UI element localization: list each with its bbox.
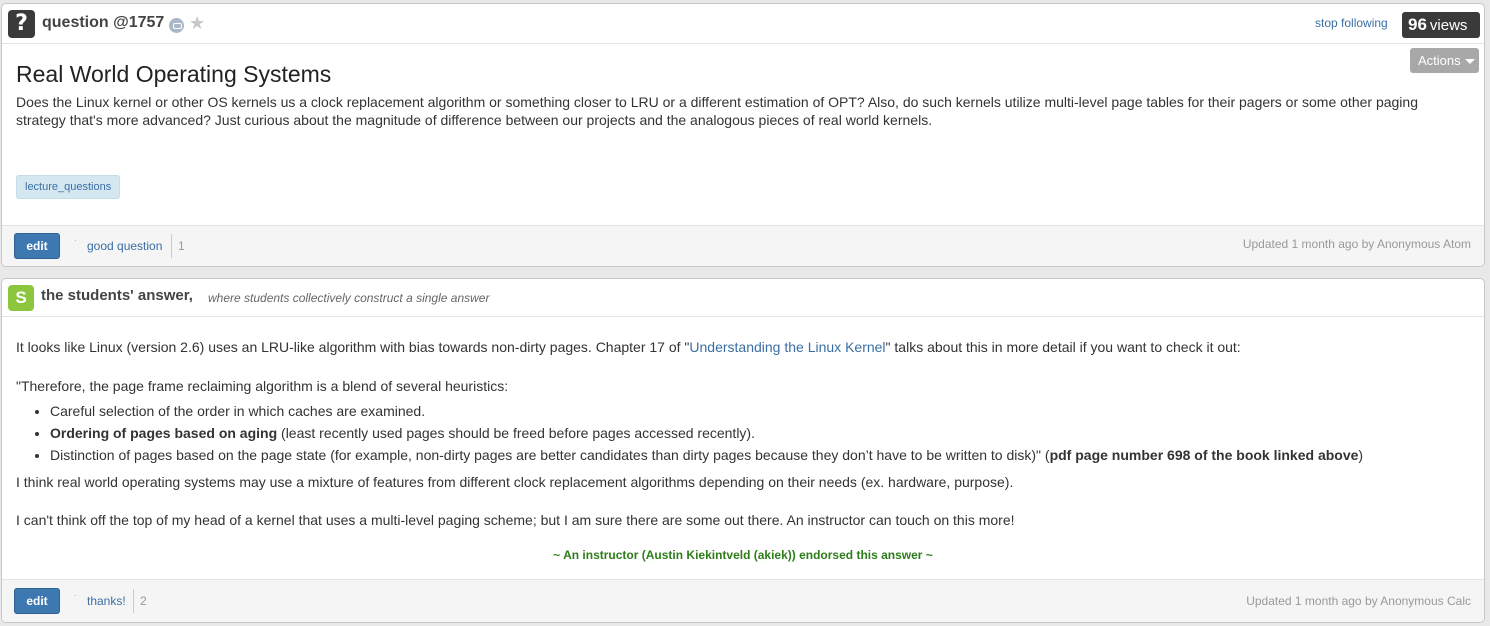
list-item: Ordering of pages based on aging (least …: [50, 422, 1471, 444]
bullet3-close: ): [1358, 447, 1364, 463]
separator-dot: ·: [74, 591, 77, 600]
views-label: views: [1429, 17, 1468, 34]
bullet1-text: Careful selection of the order in which …: [50, 403, 426, 419]
bullet2-bold: Ordering of pages based on aging: [50, 425, 278, 441]
bullet3-bold: pdf page number 698 of the book linked a…: [1049, 447, 1359, 463]
thanks-count: 2: [140, 594, 147, 608]
views-count: 96: [1408, 15, 1427, 34]
views-badge: 96 views: [1402, 12, 1480, 38]
question-footer: edit · good question 1 Updated 1 month a…: [2, 225, 1484, 266]
student-answer-card: S the students' answer, where students c…: [1, 278, 1485, 623]
edit-answer-button[interactable]: edit: [14, 588, 60, 614]
question-label: question @1757: [42, 14, 165, 31]
divider: [133, 589, 134, 613]
quote-intro: "Therefore, the page frame reclaiming al…: [16, 378, 509, 394]
bullet3-text: Distinction of pages based on the page s…: [50, 447, 1050, 463]
answer-header: S the students' answer, where students c…: [2, 279, 1484, 317]
list-item: Distinction of pages based on the page s…: [50, 444, 1471, 466]
question-updated: Updated 1 month ago by Anonymous Atom: [1242, 237, 1471, 251]
answer-footer: edit · thanks! 2 Updated 1 month ago by …: [2, 579, 1484, 622]
answer-title: the students' answer,: [41, 287, 193, 304]
actions-label: Actions: [1418, 53, 1461, 68]
star-icon[interactable]: ★: [189, 13, 205, 33]
actions-dropdown[interactable]: Actions: [1410, 48, 1479, 73]
student-answer-icon: S: [8, 285, 34, 311]
tag-lecture-questions[interactable]: lecture_questions: [16, 175, 121, 199]
separator-dot: ·: [74, 236, 77, 245]
stop-following-link[interactable]: stop following: [1315, 16, 1388, 30]
answer-body: It looks like Linux (version 2.6) uses a…: [16, 338, 1471, 529]
answer-paragraph-3: I think real world operating systems may…: [16, 474, 1014, 490]
question-header: ? question @1757 ★ stop following 96 view…: [2, 4, 1484, 44]
answer-paragraph-4: I can't think off the top of my head of …: [16, 512, 1015, 528]
good-question-count: 1: [178, 239, 185, 253]
list-item: Careful selection of the order in which …: [50, 400, 1471, 422]
anonymous-icon[interactable]: [169, 18, 184, 33]
instructor-endorsement: ~ An instructor (Austin Kiekintveld (aki…: [553, 548, 933, 562]
question-card: ? question @1757 ★ stop following 96 view…: [1, 3, 1485, 267]
question-mark-icon: ?: [8, 10, 35, 38]
bullet2-text: (least recently used pages should be fre…: [277, 425, 755, 441]
thanks-link[interactable]: thanks!: [87, 594, 126, 608]
edit-question-button[interactable]: edit: [14, 233, 60, 259]
question-body: Does the Linux kernel or other OS kernel…: [16, 94, 1418, 128]
caret-down-icon: [1464, 59, 1475, 65]
para1-text-before: It looks like Linux (version 2.6) uses a…: [16, 339, 690, 355]
understanding-linux-kernel-link[interactable]: Understanding the Linux Kernel: [689, 339, 885, 355]
divider: [171, 234, 172, 258]
good-question-link[interactable]: good question: [87, 239, 162, 253]
para1-text-after: " talks about this in more detail if you…: [885, 339, 1241, 355]
answer-updated: Updated 1 month ago by Anonymous Calc: [1246, 594, 1471, 608]
question-title: Real World Operating Systems: [16, 61, 332, 87]
answer-subtitle: where students collectively construct a …: [208, 291, 490, 305]
answer-paragraph-1: It looks like Linux (version 2.6) uses a…: [16, 338, 1471, 356]
heuristics-list: Careful selection of the order in which …: [50, 400, 1471, 466]
